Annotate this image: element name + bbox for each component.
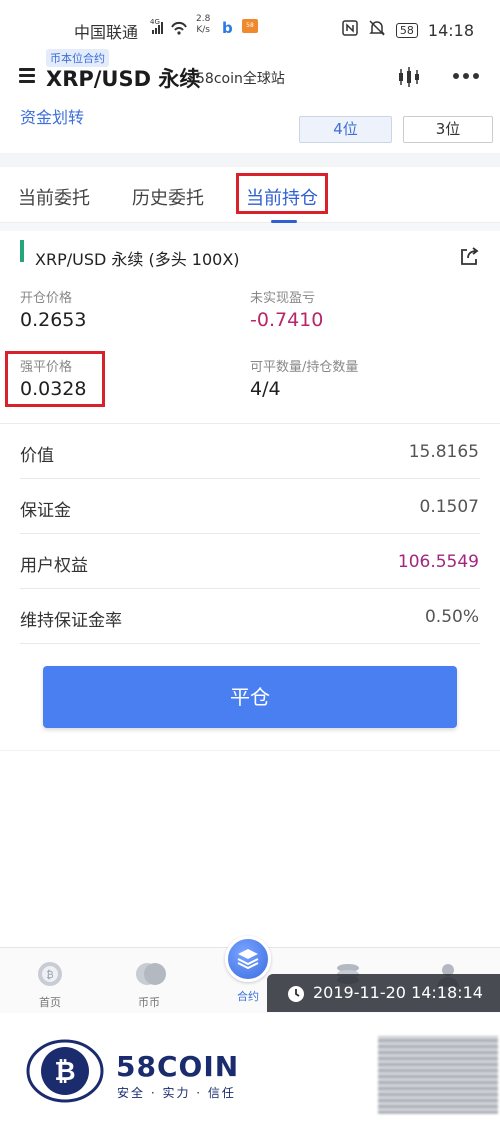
position-name: XRP/USD 永续 (多头 100X) (35, 250, 240, 269)
close-position-button[interactable]: 平仓 (43, 666, 457, 728)
svg-text:₿: ₿ (46, 969, 53, 981)
fund-transfer-link[interactable]: 资金划转 (20, 104, 84, 128)
brand-name: 58COIN (116, 1050, 240, 1083)
nav-home-label: 首页 (39, 996, 61, 1009)
value-amount: 15.8165 (408, 442, 479, 462)
equity-label: 用户权益 (20, 556, 88, 576)
b-app-icon: b (222, 19, 233, 37)
nav-spot[interactable]: 币币 (109, 948, 189, 1010)
clock-time: 14:18 (427, 20, 474, 40)
battery-icon: 58 (395, 22, 418, 38)
divider (0, 423, 500, 424)
divider (0, 750, 500, 751)
home-coin-icon: ₿ (36, 960, 64, 988)
margin-label: 保证金 (20, 501, 71, 521)
maintenance-margin-rate-label: 维持保证金率 (20, 611, 122, 631)
precision-4-button[interactable]: 4位 (299, 116, 392, 143)
unrealized-pnl-value: -0.7410 (250, 309, 324, 331)
liquidation-annotation-box (5, 351, 105, 407)
divider (20, 533, 480, 534)
precision-3-button[interactable]: 3位 (403, 116, 493, 143)
equity-amount: 106.5549 (397, 552, 479, 572)
section-divider (0, 153, 500, 167)
share-icon[interactable] (458, 245, 480, 267)
open-price-label: 开仓价格 (20, 291, 73, 306)
tab-current-orders[interactable]: 当前委托 (18, 184, 90, 210)
site-label: 58coin全球站 (196, 71, 285, 87)
tab-annotation-box (236, 173, 328, 214)
notification-app-icon: 58 (242, 19, 258, 33)
section-divider (0, 223, 500, 231)
closable-qty-value: 4/4 (250, 378, 281, 400)
maintenance-margin-rate-value: 0.50% (424, 607, 479, 627)
long-position-marker (20, 240, 24, 262)
tab-order-history[interactable]: 历史委托 (132, 184, 204, 210)
network-speed: 2.8 K/s (196, 14, 211, 35)
svg-text:₿: ₿ (54, 1057, 75, 1087)
signal-icon: 4G (150, 17, 194, 39)
value-label: 价值 (20, 446, 54, 466)
carrier-label: 中国联通 (74, 23, 139, 42)
app-header: 币本位合约 XRP/USD 永续 58coin全球站 (0, 46, 500, 96)
clock-icon (287, 985, 305, 1007)
mute-bell-icon (368, 19, 386, 41)
contract-layers-icon (225, 936, 271, 982)
brand-slogan: 安全 · 实力 · 信任 (117, 1086, 236, 1100)
58coin-logo-icon: ₿ (26, 1032, 104, 1114)
network-type: 4G (150, 18, 160, 26)
candlestick-chart-icon[interactable] (397, 66, 421, 92)
divider (20, 643, 480, 644)
nav-home[interactable]: ₿ 首页 (10, 948, 90, 1010)
open-price-value: 0.2653 (20, 309, 87, 331)
divider (20, 588, 480, 589)
nfc-icon (342, 20, 358, 40)
blurred-qr-code (378, 1036, 498, 1114)
menu-icon[interactable] (19, 68, 35, 86)
more-icon[interactable] (453, 73, 479, 79)
spot-coins-icon (135, 960, 166, 988)
divider (20, 478, 480, 479)
nav-contract-label: 合约 (237, 990, 259, 1003)
nav-spot-label: 币币 (138, 996, 160, 1009)
unrealized-pnl-label: 未实现盈亏 (250, 291, 316, 306)
margin-amount: 0.1507 (419, 497, 479, 517)
closable-qty-label: 可平数量/持仓数量 (250, 360, 359, 375)
page-title[interactable]: XRP/USD 永续 (46, 63, 200, 93)
